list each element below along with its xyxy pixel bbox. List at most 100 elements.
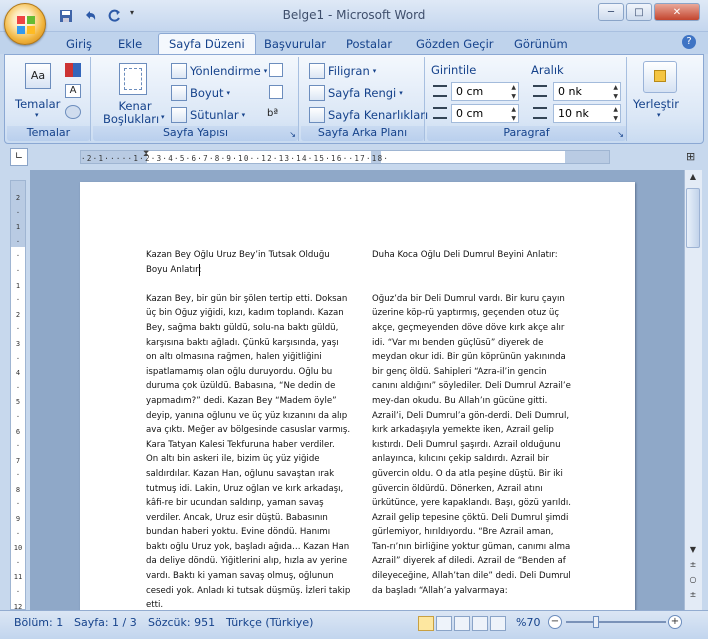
text-line bbox=[372, 277, 582, 292]
margins-label[interactable]: Kenar bbox=[115, 99, 155, 113]
text-line: Tan-rı’nın birliğine yoktur güman, canım… bbox=[372, 541, 571, 552]
office-button[interactable] bbox=[4, 3, 46, 45]
horizontal-ruler[interactable]: ·2·1·····1·2·3·4·5·6·7·8·9·10··12·13·14·… bbox=[80, 149, 610, 164]
status-section[interactable]: Bölüm: 1 bbox=[14, 616, 63, 629]
tab-review[interactable]: Gözden Geçir bbox=[406, 34, 504, 54]
draft-icon[interactable] bbox=[490, 616, 506, 631]
theme-colors-icon[interactable] bbox=[65, 63, 81, 77]
theme-fonts-icon[interactable]: A bbox=[65, 84, 81, 98]
ribbon: Aa Temalar ▾ A Temalar Kenar Boşlukları … bbox=[4, 54, 704, 144]
web-layout-icon[interactable] bbox=[454, 616, 470, 631]
text-line: idi. “Var mı benden güçlüsü” diyerek de bbox=[372, 337, 544, 348]
margins-label-2[interactable]: Boşlukları bbox=[103, 112, 159, 126]
theme-effects-icon[interactable] bbox=[65, 105, 81, 119]
text-column-left[interactable]: Kazan Bey Oğlu Uruz Bey’in Tutsak Olduğu… bbox=[146, 248, 354, 613]
hyphenation-icon[interactable]: bª bbox=[267, 108, 278, 119]
space-after-input[interactable]: 10 nk ▲ ▼ bbox=[553, 104, 621, 123]
tab-mailings[interactable]: Postalar bbox=[336, 34, 402, 54]
indent-marker-icon[interactable]: ⧗ bbox=[143, 149, 149, 159]
text-line: Bey, sağma baktı güldü, solu-na baktı gü… bbox=[146, 322, 339, 333]
text-line: kâfi-re bir ucundan saldırıp, yaman sava… bbox=[146, 498, 324, 509]
watermark-label: Filigran bbox=[328, 64, 370, 78]
spacing-label: Aralık bbox=[531, 63, 564, 77]
position-button[interactable]: Yerleştir bbox=[633, 97, 679, 111]
close-button[interactable]: ✕ bbox=[654, 3, 700, 21]
text-column-right[interactable]: Duha Koca Oğlu Deli Dumrul Beyini Anlatı… bbox=[372, 248, 582, 598]
outline-icon[interactable] bbox=[472, 616, 488, 631]
text-line: kıstırdı. Deli Dumrul şaşırdı. Azrail ol… bbox=[372, 439, 561, 450]
chevron-down-icon[interactable]: ▾ bbox=[657, 111, 661, 119]
text-line: vardı. Baktı ki yaman savaş olmuş, oğlun… bbox=[146, 571, 334, 582]
position-icon[interactable] bbox=[643, 61, 677, 93]
text-line: Kazan Bey, bir gün bir şölen tertip etti… bbox=[146, 293, 348, 304]
maximize-button[interactable]: □ bbox=[626, 3, 652, 21]
spinner-icon[interactable]: ▲ ▼ bbox=[613, 105, 618, 123]
tab-insert[interactable]: Ekle bbox=[108, 34, 152, 54]
minimize-button[interactable]: ─ bbox=[598, 3, 624, 21]
orientation-icon bbox=[171, 63, 187, 79]
zoom-out-icon[interactable]: − bbox=[548, 615, 562, 629]
vertical-scrollbar[interactable]: ▲ ▼ ± ○ ± bbox=[684, 170, 702, 610]
zoom-slider[interactable] bbox=[566, 621, 666, 623]
themes-dropdown-icon[interactable]: ▾ bbox=[35, 111, 39, 119]
page-color-button[interactable]: Sayfa Rengi ▾ bbox=[309, 85, 403, 101]
tab-references[interactable]: Başvurular bbox=[254, 34, 336, 54]
vertical-ruler[interactable]: 2·1···1·2·3·4·5·6·7·8·9·10·11·12· bbox=[10, 180, 26, 625]
view-buttons bbox=[418, 616, 506, 631]
scroll-nav-icons[interactable]: ▼ ± ○ ± bbox=[686, 542, 700, 602]
page-borders-button[interactable]: Sayfa Kenarlıkları bbox=[309, 107, 428, 123]
print-layout-icon[interactable] bbox=[418, 616, 434, 631]
scroll-thumb[interactable] bbox=[686, 188, 700, 248]
breaks-icon[interactable] bbox=[269, 63, 283, 77]
columns-button[interactable]: Sütunlar ▾ bbox=[171, 107, 245, 123]
text-line: Azrail’i, Deli Dumrul’a gön-derdi. Deli … bbox=[372, 410, 570, 421]
orientation-button[interactable]: Yönlendirme ▾ bbox=[171, 63, 267, 79]
view-ruler-icon[interactable]: ⊞ bbox=[686, 150, 695, 163]
group-label-themes: Temalar bbox=[7, 126, 90, 141]
status-words[interactable]: Sözcük: 951 bbox=[148, 616, 215, 629]
size-button[interactable]: Boyut ▾ bbox=[171, 85, 230, 101]
text-line: verdiler. Ancak, Uruz esir düştü. Babası… bbox=[146, 512, 328, 523]
group-page-setup: Kenar Boşlukları ▾ Yönlendirme ▾ Boyut ▾ S… bbox=[93, 57, 299, 141]
text-line: gürlemiyor, hırıldıyordu. “Bre Azrail am… bbox=[372, 527, 554, 538]
vruler-ticks: 2·1···1·2·3·4·5·6·7·8·9·10·11·12· bbox=[13, 194, 23, 625]
space-before-value: 0 nk bbox=[558, 85, 582, 98]
text-line: güvercin öldürdü. Dönerken, Azrail atını bbox=[372, 483, 543, 494]
dialog-launcher-icon[interactable]: ↘ bbox=[617, 130, 624, 139]
scroll-up-icon[interactable]: ▲ bbox=[686, 172, 700, 186]
space-before-icon bbox=[533, 85, 547, 97]
size-label: Boyut bbox=[190, 86, 224, 100]
zoom-slider-thumb[interactable] bbox=[593, 616, 599, 628]
status-page[interactable]: Sayfa: 1 / 3 bbox=[74, 616, 137, 629]
document-page[interactable]: Kazan Bey Oğlu Uruz Bey’in Tutsak Olduğu… bbox=[80, 182, 635, 612]
text-line: ispatlamamış olan oğlu duruyordu. Oğlu b… bbox=[146, 366, 333, 377]
chevron-down-icon: ▾ bbox=[372, 67, 377, 75]
themes-icon[interactable]: Aa bbox=[25, 63, 51, 89]
space-before-input[interactable]: 0 nk ▲ ▼ bbox=[553, 82, 621, 101]
watermark-button[interactable]: Filigran ▾ bbox=[309, 63, 376, 79]
margins-icon[interactable] bbox=[119, 63, 147, 95]
full-screen-icon[interactable] bbox=[436, 616, 452, 631]
indent-right-input[interactable]: 0 cm ▲ ▼ bbox=[451, 104, 519, 123]
spinner-icon[interactable]: ▲ ▼ bbox=[613, 83, 618, 101]
indent-left-input[interactable]: 0 cm ▲ ▼ bbox=[451, 82, 519, 101]
indent-label: Girintile bbox=[431, 63, 477, 77]
zoom-level[interactable]: %70 bbox=[516, 616, 540, 629]
space-after-value: 10 nk bbox=[558, 107, 589, 120]
tab-page-layout[interactable]: Sayfa Düzeni bbox=[158, 33, 256, 54]
watermark-icon bbox=[309, 63, 325, 79]
dialog-launcher-icon[interactable]: ↘ bbox=[289, 130, 296, 139]
text-line bbox=[372, 263, 582, 278]
tab-view[interactable]: Görünüm bbox=[504, 34, 578, 54]
tab-home[interactable]: Giriş bbox=[56, 34, 102, 54]
group-paragraph: Girintile Aralık 0 cm ▲ ▼ 0 cm ▲ ▼ 0 nk ▲ ▼ 10… bbox=[427, 57, 627, 141]
margins-dropdown-icon[interactable]: ▾ bbox=[161, 113, 165, 121]
spinner-icon[interactable]: ▲ ▼ bbox=[511, 83, 516, 101]
line-numbers-icon[interactable] bbox=[269, 85, 283, 99]
spinner-icon[interactable]: ▲ ▼ bbox=[511, 105, 516, 123]
themes-button[interactable]: Temalar bbox=[15, 97, 60, 111]
zoom-in-icon[interactable]: + bbox=[668, 615, 682, 629]
help-icon[interactable]: ? bbox=[682, 35, 696, 49]
status-language[interactable]: Türkçe (Türkiye) bbox=[226, 616, 313, 629]
tab-selector-icon[interactable]: ∟ bbox=[10, 148, 28, 166]
